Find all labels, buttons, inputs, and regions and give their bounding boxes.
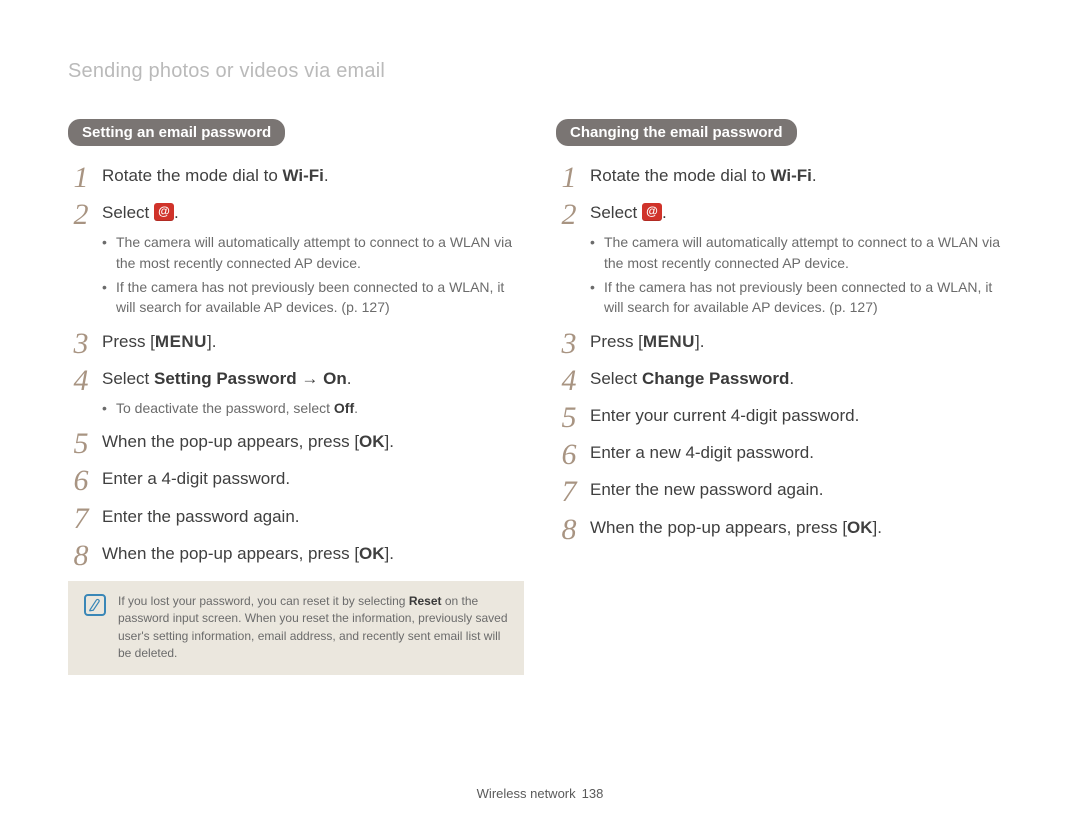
ok-label: OK [359,544,385,563]
bold-label: Change Password [642,369,789,388]
step-text: ]. [385,544,394,563]
sub-text: . [354,400,358,416]
sub-bullet: If the camera has not previously been co… [102,277,524,318]
steps-setting: Rotate the mode dial to Wi-Fi. Select . … [68,162,524,567]
bold-label: Reset [409,594,442,608]
step-1: Rotate the mode dial to Wi-Fi. [68,162,524,189]
sub-text: To deactivate the password, select [116,400,334,416]
step-text: . [812,166,817,185]
wifi-label: Wi-Fi [771,166,812,185]
step-text: . [174,203,179,222]
step-text: Press [ [590,332,643,351]
section-pill-setting: Setting an email password [68,119,285,146]
step-text: Press [ [102,332,155,351]
step-5: When the pop-up appears, press [OK]. [68,428,524,455]
ok-label: OK [359,432,385,451]
step-8: When the pop-up appears, press [OK]. [556,514,1012,541]
right-column: Changing the email password Rotate the m… [556,119,1012,675]
note-icon [84,594,106,616]
step-text: . [324,166,329,185]
step-4: Select Change Password. [556,365,1012,392]
sub-bullet: The camera will automatically attempt to… [102,232,524,273]
bold-label: Setting Password [154,369,297,388]
email-icon [154,203,174,221]
page-number: 138 [582,786,604,801]
left-column: Setting an email password Rotate the mod… [68,119,524,675]
footer-section: Wireless network [477,786,576,801]
step-text: . [662,203,667,222]
note-text: If you lost your password, you can reset… [118,593,508,663]
step-text: When the pop-up appears, press [ [102,544,359,563]
step-2: Select . The camera will automatically a… [556,199,1012,317]
menu-label: MENU [643,332,695,351]
step-text: . [789,369,794,388]
step-6: Enter a new 4-digit password. [556,439,1012,466]
step-text: Select [102,369,154,388]
step-text: Select [590,203,642,222]
sub-bullet: To deactivate the password, select Off. [102,398,524,418]
step-text: When the pop-up appears, press [ [102,432,359,451]
step-text: Rotate the mode dial to [590,166,771,185]
step-text: Rotate the mode dial to [102,166,283,185]
bold-label: On [323,369,347,388]
section-pill-changing: Changing the email password [556,119,797,146]
step-1: Rotate the mode dial to Wi-Fi. [556,162,1012,189]
step-7: Enter the new password again. [556,476,1012,503]
step-text: ]. [695,332,704,351]
bold-label: Off [334,400,354,416]
page-title: Sending photos or videos via email [68,60,1012,83]
sub-bullets: The camera will automatically attempt to… [102,232,524,317]
sub-bullets: To deactivate the password, select Off. [102,398,524,418]
step-5: Enter your current 4-digit password. [556,402,1012,429]
footer: Wireless network 138 [0,786,1080,801]
step-text: Select [590,369,642,388]
step-2: Select . The camera will automatically a… [68,199,524,317]
step-text: ]. [873,518,882,537]
step-text: ]. [385,432,394,451]
steps-changing: Rotate the mode dial to Wi-Fi. Select . … [556,162,1012,541]
step-text: Select [102,203,154,222]
wifi-label: Wi-Fi [283,166,324,185]
step-8: When the pop-up appears, press [OK]. [68,540,524,567]
note-box: If you lost your password, you can reset… [68,581,524,675]
step-text: ]. [207,332,216,351]
email-icon [642,203,662,221]
sub-bullets: The camera will automatically attempt to… [590,232,1012,317]
step-text: . [347,369,352,388]
ok-label: OK [847,518,873,537]
step-7: Enter the password again. [68,503,524,530]
sub-bullet: If the camera has not previously been co… [590,277,1012,318]
step-text: When the pop-up appears, press [ [590,518,847,537]
content-columns: Setting an email password Rotate the mod… [68,119,1012,675]
menu-label: MENU [155,332,207,351]
step-4: Select Setting Password → On. To deactiv… [68,365,524,418]
step-3: Press [MENU]. [556,328,1012,355]
note-span: If you lost your password, you can reset… [118,594,409,608]
sub-bullet: The camera will automatically attempt to… [590,232,1012,273]
step-6: Enter a 4-digit password. [68,465,524,492]
arrow-icon: → [301,369,318,388]
step-3: Press [MENU]. [68,328,524,355]
